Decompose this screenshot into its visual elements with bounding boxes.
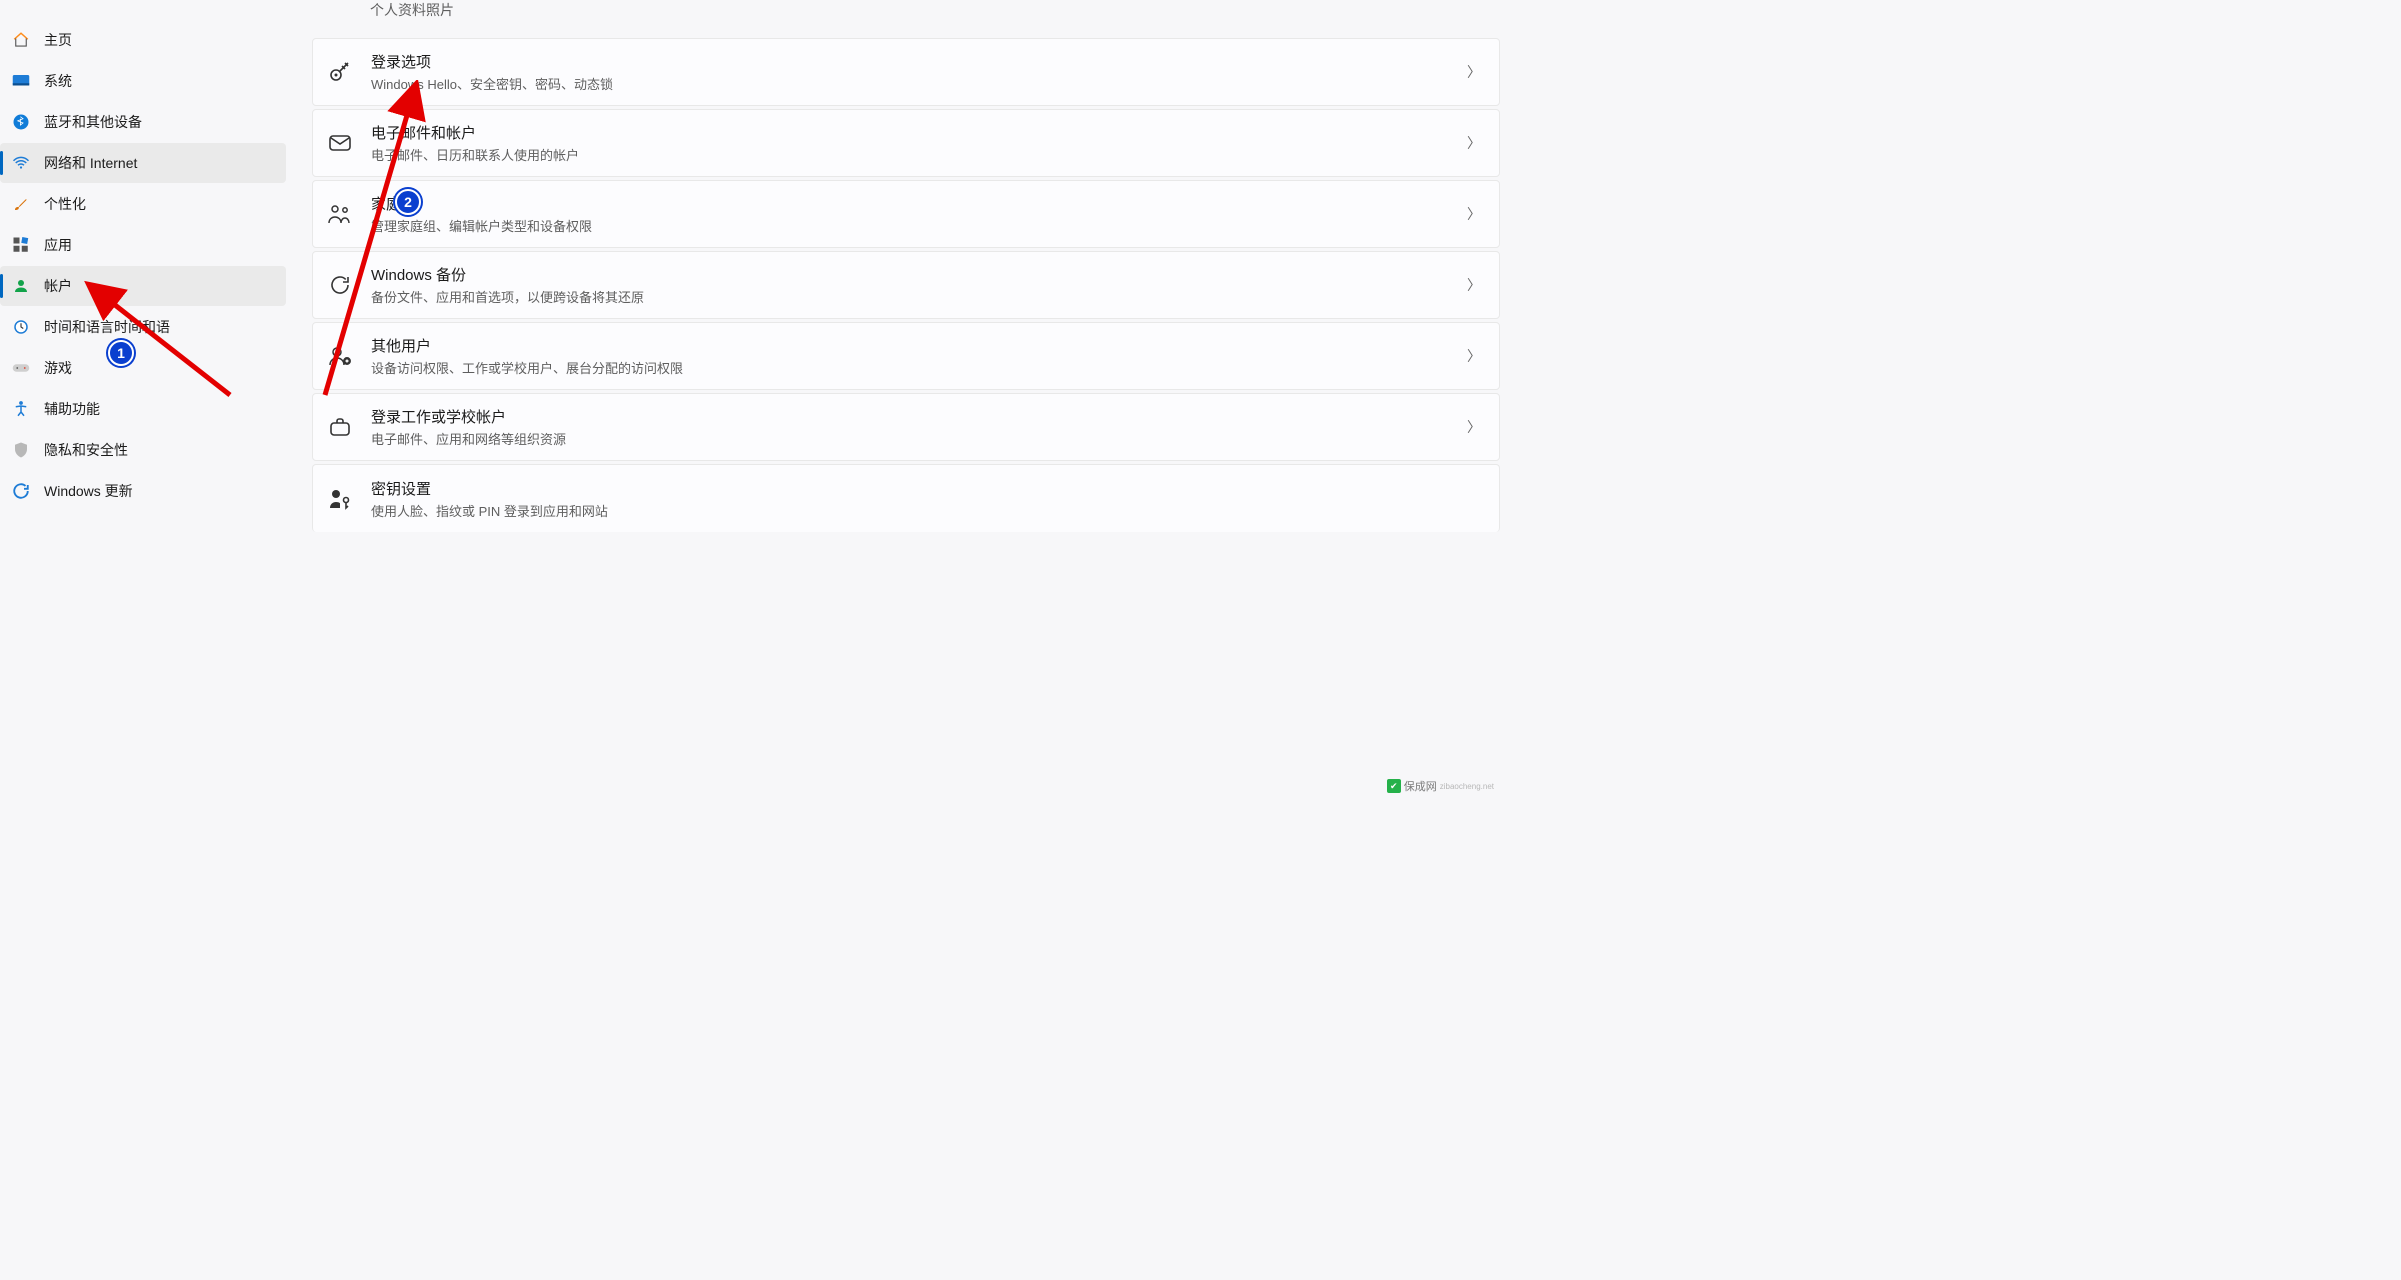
card-sub: 电子邮件、日历和联系人使用的帐户 [371, 145, 1467, 164]
card-body: 家庭 管理家庭组、编辑帐户类型和设备权限 [371, 193, 1467, 235]
sidebar-item-gaming[interactable]: 游戏 [0, 348, 286, 388]
sidebar-item-accessibility[interactable]: 辅助功能 [0, 389, 286, 429]
card-sub: 备份文件、应用和首选项，以便跨设备将其还原 [371, 287, 1467, 306]
other-users-icon [327, 343, 353, 369]
sidebar-item-label: Windows 更新 [44, 481, 133, 501]
card-sub: 设备访问权限、工作或学校用户、展台分配的访问权限 [371, 358, 1467, 377]
sidebar-item-time-language[interactable]: 时间和语言时间和语 [0, 307, 286, 347]
sidebar-item-windows-update[interactable]: Windows 更新 [0, 471, 286, 511]
sidebar-item-system[interactable]: 系统 [0, 61, 286, 101]
card-body: Windows 备份 备份文件、应用和首选项，以便跨设备将其还原 [371, 264, 1467, 306]
card-sub: 使用人脸、指纹或 PIN 登录到应用和网站 [371, 501, 1481, 520]
card-title: 其他用户 [371, 335, 1467, 356]
sidebar-item-apps[interactable]: 应用 [0, 225, 286, 265]
sidebar-item-label: 帐户 [44, 276, 72, 296]
card-sub: Windows Hello、安全密钥、密码、动态锁 [371, 74, 1467, 93]
mail-icon [327, 130, 353, 156]
watermark-text: 保成网 [1404, 778, 1437, 794]
account-icon [12, 277, 30, 295]
sidebar-item-label: 应用 [44, 235, 72, 255]
card-body: 登录选项 Windows Hello、安全密钥、密码、动态锁 [371, 51, 1467, 93]
card-title: 家庭 [371, 193, 1467, 214]
watermark-shield-icon: ✔ [1387, 779, 1401, 793]
card-email-accounts[interactable]: 电子邮件和帐户 电子邮件、日历和联系人使用的帐户 〉 [312, 109, 1500, 177]
brush-icon [12, 195, 30, 213]
update-icon [12, 482, 30, 500]
wifi-icon [12, 154, 30, 172]
card-family[interactable]: 家庭 管理家庭组、编辑帐户类型和设备权限 〉 [312, 180, 1500, 248]
card-title: 登录选项 [371, 51, 1467, 72]
chevron-right-icon: 〉 [1467, 133, 1481, 153]
main-panel: 个人资料照片 登录选项 Windows Hello、安全密钥、密码、动态锁 〉 … [312, 0, 1500, 532]
briefcase-icon [327, 414, 353, 440]
backup-icon [327, 272, 353, 298]
sidebar-item-label: 系统 [44, 71, 72, 91]
chevron-right-icon: 〉 [1467, 346, 1481, 366]
passkey-icon [327, 486, 353, 512]
card-windows-backup[interactable]: Windows 备份 备份文件、应用和首选项，以便跨设备将其还原 〉 [312, 251, 1500, 319]
card-sub: 管理家庭组、编辑帐户类型和设备权限 [371, 216, 1467, 235]
sidebar-item-home[interactable]: 主页 [0, 20, 286, 60]
sidebar-item-label: 主页 [44, 30, 72, 50]
sidebar: 主页 系统 蓝牙和其他设备 网络和 Internet 个性化 应用 帐户 [0, 0, 290, 512]
card-body: 登录工作或学校帐户 电子邮件、应用和网络等组织资源 [371, 406, 1467, 448]
sidebar-item-label: 网络和 Internet [44, 153, 137, 173]
card-sub: 电子邮件、应用和网络等组织资源 [371, 429, 1467, 448]
apps-icon [12, 236, 30, 254]
clock-icon [12, 318, 30, 336]
card-title: 电子邮件和帐户 [371, 122, 1467, 143]
card-title: 登录工作或学校帐户 [371, 406, 1467, 427]
sidebar-item-network[interactable]: 网络和 Internet [0, 143, 286, 183]
card-sign-in-options[interactable]: 登录选项 Windows Hello、安全密钥、密码、动态锁 〉 [312, 38, 1500, 106]
sidebar-item-label: 蓝牙和其他设备 [44, 112, 142, 132]
sidebar-item-label: 个性化 [44, 194, 86, 214]
sidebar-item-privacy[interactable]: 隐私和安全性 [0, 430, 286, 470]
card-other-users[interactable]: 其他用户 设备访问权限、工作或学校用户、展台分配的访问权限 〉 [312, 322, 1500, 390]
shield-icon [12, 441, 30, 459]
gamepad-icon [12, 359, 30, 377]
partial-item-profile-photo: 个人资料照片 [312, 0, 1500, 20]
card-work-school[interactable]: 登录工作或学校帐户 电子邮件、应用和网络等组织资源 〉 [312, 393, 1500, 461]
chevron-right-icon: 〉 [1467, 275, 1481, 295]
chevron-right-icon: 〉 [1467, 62, 1481, 82]
card-passkey[interactable]: 密钥设置 使用人脸、指纹或 PIN 登录到应用和网站 [312, 464, 1500, 532]
system-icon [12, 72, 30, 90]
watermark: ✔ 保成网 zibaocheng.net [1387, 778, 1494, 794]
sidebar-item-bluetooth[interactable]: 蓝牙和其他设备 [0, 102, 286, 142]
family-icon [327, 201, 353, 227]
sidebar-item-label: 辅助功能 [44, 399, 100, 419]
accessibility-icon [12, 400, 30, 418]
card-title: 密钥设置 [371, 478, 1481, 499]
sidebar-item-label: 时间和语言时间和语 [44, 317, 170, 337]
home-icon [12, 31, 30, 49]
chevron-right-icon: 〉 [1467, 417, 1481, 437]
sidebar-item-accounts[interactable]: 帐户 [0, 266, 286, 306]
sidebar-item-personalization[interactable]: 个性化 [0, 184, 286, 224]
card-body: 其他用户 设备访问权限、工作或学校用户、展台分配的访问权限 [371, 335, 1467, 377]
settings-cards: 登录选项 Windows Hello、安全密钥、密码、动态锁 〉 电子邮件和帐户… [312, 38, 1500, 532]
sidebar-item-label: 隐私和安全性 [44, 440, 128, 460]
card-title: Windows 备份 [371, 264, 1467, 285]
card-body: 电子邮件和帐户 电子邮件、日历和联系人使用的帐户 [371, 122, 1467, 164]
card-body: 密钥设置 使用人脸、指纹或 PIN 登录到应用和网站 [371, 478, 1481, 520]
chevron-right-icon: 〉 [1467, 204, 1481, 224]
sidebar-item-label: 游戏 [44, 358, 72, 378]
key-icon [327, 59, 353, 85]
bluetooth-icon [12, 113, 30, 131]
watermark-sub: zibaocheng.net [1440, 782, 1494, 791]
